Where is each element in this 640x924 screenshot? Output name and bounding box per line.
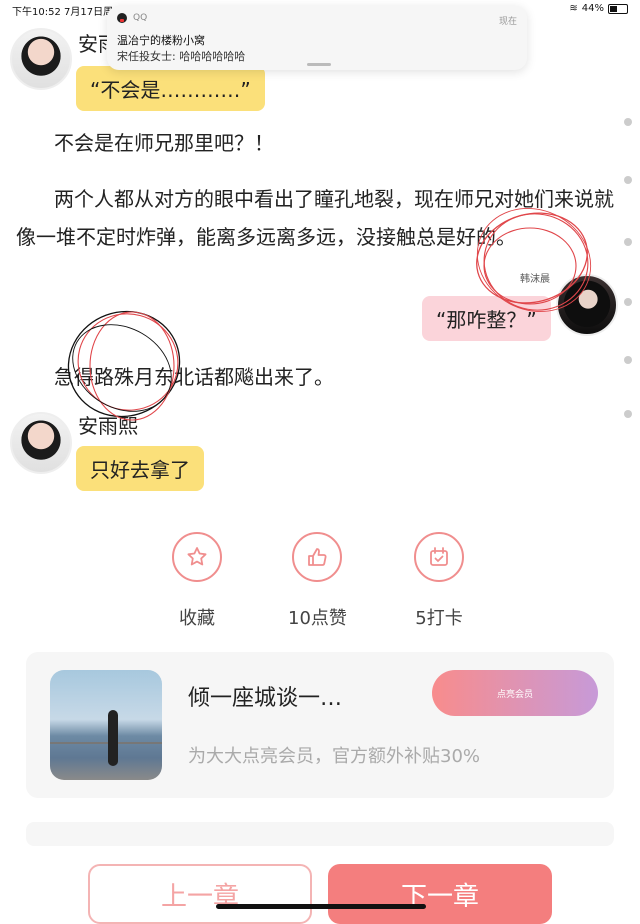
sender-name: 安雨熙 — [78, 414, 138, 438]
like-action[interactable]: 10点赞 — [288, 532, 347, 630]
star-icon — [172, 532, 222, 582]
story-paragraph: 急得路殊月东北话都飚出来了。 — [54, 365, 334, 389]
thumbs-up-icon — [292, 532, 343, 582]
notification-app-name: QQ — [133, 13, 148, 23]
book-title: 倾一座城谈一… — [188, 686, 343, 711]
battery-percent: 44% — [581, 3, 604, 14]
avatar[interactable] — [10, 412, 72, 474]
notification-handle[interactable] — [307, 63, 331, 66]
prev-chapter-button[interactable]: 上一章 — [88, 864, 312, 924]
qq-notification[interactable]: QQ 现在 温冶宁的楼粉小窝 宋任投女士: 哈哈哈哈哈哈 — [107, 6, 527, 70]
avatar[interactable] — [10, 28, 72, 90]
status-time: 下午10:52 7月17日周 — [12, 7, 114, 18]
wifi-icon: ≋ — [569, 3, 578, 14]
calendar-check-icon — [414, 532, 464, 582]
checkin-action[interactable]: 5打卡 — [414, 532, 464, 630]
action-label: 10点赞 — [288, 608, 347, 629]
sender-name: 韩沫晨 — [520, 274, 550, 285]
battery-icon — [608, 3, 628, 14]
chat-bubble: 只好去拿了 — [76, 446, 204, 491]
story-paragraph: 不会是在师兄那里吧？！ — [54, 131, 274, 155]
home-indicator[interactable] — [216, 904, 426, 909]
chat-bubble: “不会是…………” — [76, 66, 265, 111]
story-paragraph: 两个人都从对方的眼中看出了瞳孔地裂，现在师兄对她们来说就像一堆不定时炸弹，能离多… — [16, 187, 614, 249]
content-strip — [26, 822, 614, 846]
favorite-action[interactable]: 收藏 — [172, 532, 222, 630]
notification-app: QQ — [117, 13, 147, 23]
scroll-indicator[interactable] — [624, 118, 634, 428]
battery-indicator: ≋ 44% — [569, 3, 628, 14]
notification-message: 宋任投女士: 哈哈哈哈哈哈 — [117, 50, 246, 63]
next-chapter-button[interactable]: 下一章 — [328, 864, 552, 924]
notification-title: 温冶宁的楼粉小窝 — [117, 34, 205, 47]
activate-vip-button[interactable]: 点亮会员 — [432, 670, 598, 716]
avatar[interactable] — [556, 274, 618, 336]
promo-card[interactable]: 倾一座城谈一… 点亮会员 为大大点亮会员，官方额外补贴30% — [26, 652, 614, 798]
book-cover-image[interactable] — [50, 670, 162, 780]
action-label: 收藏 — [179, 608, 215, 629]
notification-time: 现在 — [498, 17, 517, 27]
promo-subtitle: 为大大点亮会员，官方额外补贴30% — [188, 746, 481, 767]
chat-bubble: “那咋整？” — [422, 296, 551, 341]
action-label: 5打卡 — [415, 608, 463, 629]
qq-icon — [117, 13, 127, 23]
